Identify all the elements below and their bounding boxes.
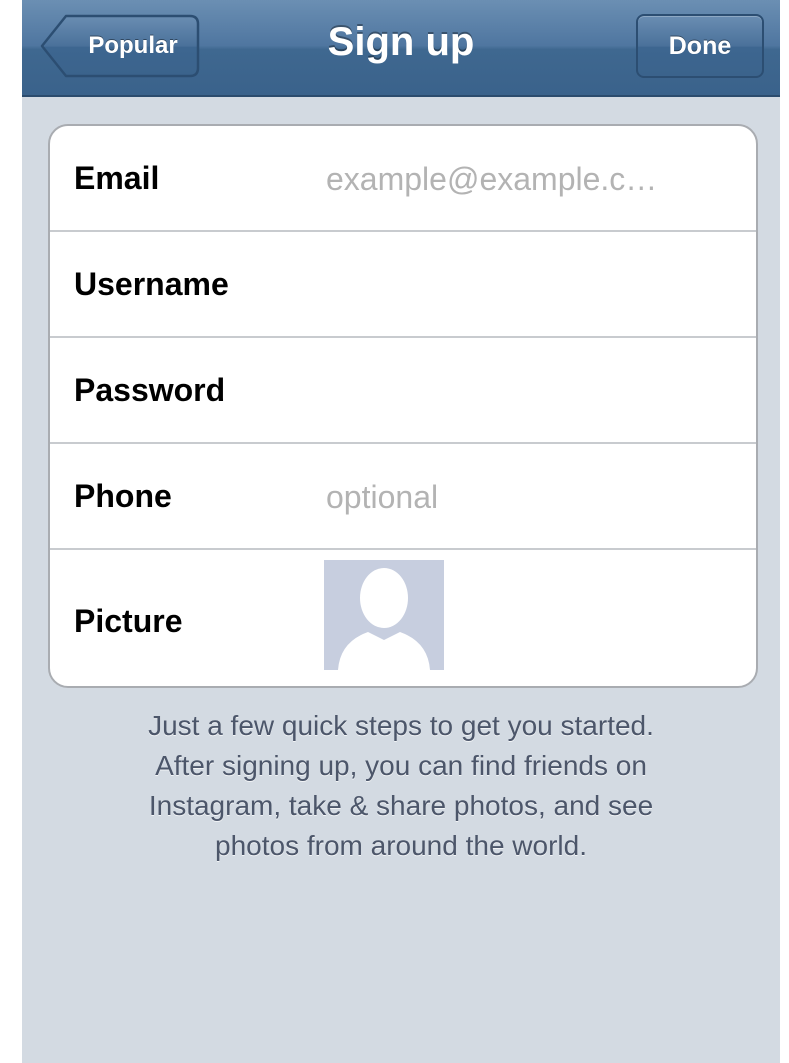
email-row: Email: [50, 126, 756, 232]
picture-label: Picture: [74, 603, 183, 639]
username-row: Username: [50, 232, 756, 338]
phone-field[interactable]: [326, 467, 740, 527]
phone-label: Phone: [74, 478, 172, 514]
email-field[interactable]: [326, 149, 740, 209]
username-field[interactable]: [326, 255, 740, 315]
signup-description: Just a few quick steps to get you starte…: [22, 706, 780, 866]
signup-screen: Popular Sign up Done Email Username Pass…: [22, 0, 780, 1063]
description-line: Just a few quick steps to get you starte…: [148, 710, 654, 741]
picture-row[interactable]: Picture: [50, 550, 756, 686]
description-line: photos from around the world.: [215, 830, 587, 861]
username-label: Username: [74, 266, 229, 302]
email-label: Email: [74, 160, 160, 196]
done-button[interactable]: Done: [636, 14, 764, 78]
password-row: Password: [50, 338, 756, 444]
description-line: Instagram, take & share photos, and see: [148, 790, 654, 821]
phone-row: Phone: [50, 444, 756, 550]
default-avatar-icon[interactable]: [324, 560, 444, 670]
description-line: After signing up, you can find friends o…: [155, 750, 647, 781]
password-field[interactable]: [326, 361, 740, 421]
navigation-bar: Popular Sign up Done: [22, 0, 780, 97]
password-label: Password: [74, 372, 226, 408]
signup-form: Email Username Password Phone Picture: [48, 124, 758, 688]
